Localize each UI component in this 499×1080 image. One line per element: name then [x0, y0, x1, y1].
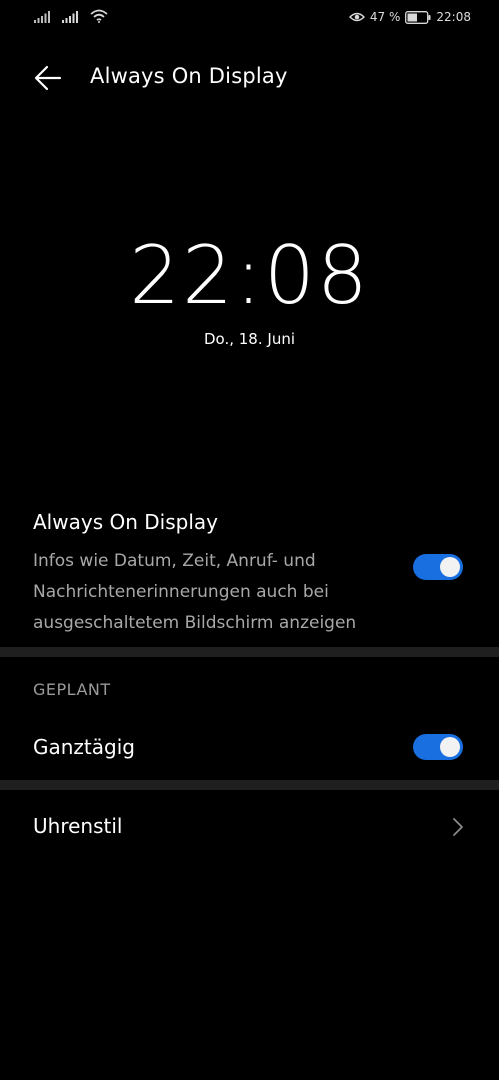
always-on-display-toggle[interactable]	[413, 554, 463, 580]
clock-style-label: Uhrenstil	[33, 814, 123, 838]
always-on-display-description: Infos wie Datum, Zeit, Anruf- und Nachri…	[33, 551, 357, 633]
page-title: Always On Display	[90, 64, 288, 88]
status-time: 22:08	[436, 10, 471, 24]
section-divider	[0, 780, 499, 790]
always-on-display-row[interactable]: Always On Display Infos wie Datum, Zeit,…	[0, 496, 499, 646]
toggle-knob	[440, 737, 460, 757]
back-arrow-icon	[34, 65, 62, 91]
battery-icon	[405, 10, 431, 24]
chevron-right-icon	[453, 818, 463, 836]
clock-preview-time: 22:08	[129, 229, 370, 322]
clock-preview-date: Do., 18. Juni	[204, 330, 295, 348]
section-header-scheduled: GEPLANT	[33, 680, 111, 699]
app-bar: Always On Display	[0, 50, 499, 106]
battery-percent: 47 %	[369, 10, 401, 24]
status-bar-right: 47 % 22:08	[348, 9, 471, 25]
section-divider	[0, 647, 499, 657]
wifi-icon	[90, 9, 108, 23]
signal-icon	[34, 11, 50, 23]
clock-style-row[interactable]: Uhrenstil	[0, 797, 499, 857]
signal-icon	[62, 11, 78, 23]
all-day-row[interactable]: Ganztägig	[0, 718, 499, 778]
back-button[interactable]	[26, 56, 70, 100]
toggle-knob	[440, 557, 460, 577]
eye-icon	[348, 12, 365, 22]
status-bar-left	[34, 9, 108, 23]
status-bar: 47 % 22:08	[0, 0, 499, 36]
always-on-display-title: Always On Display	[33, 510, 218, 534]
all-day-toggle[interactable]	[413, 734, 463, 760]
all-day-label: Ganztägig	[33, 735, 135, 759]
